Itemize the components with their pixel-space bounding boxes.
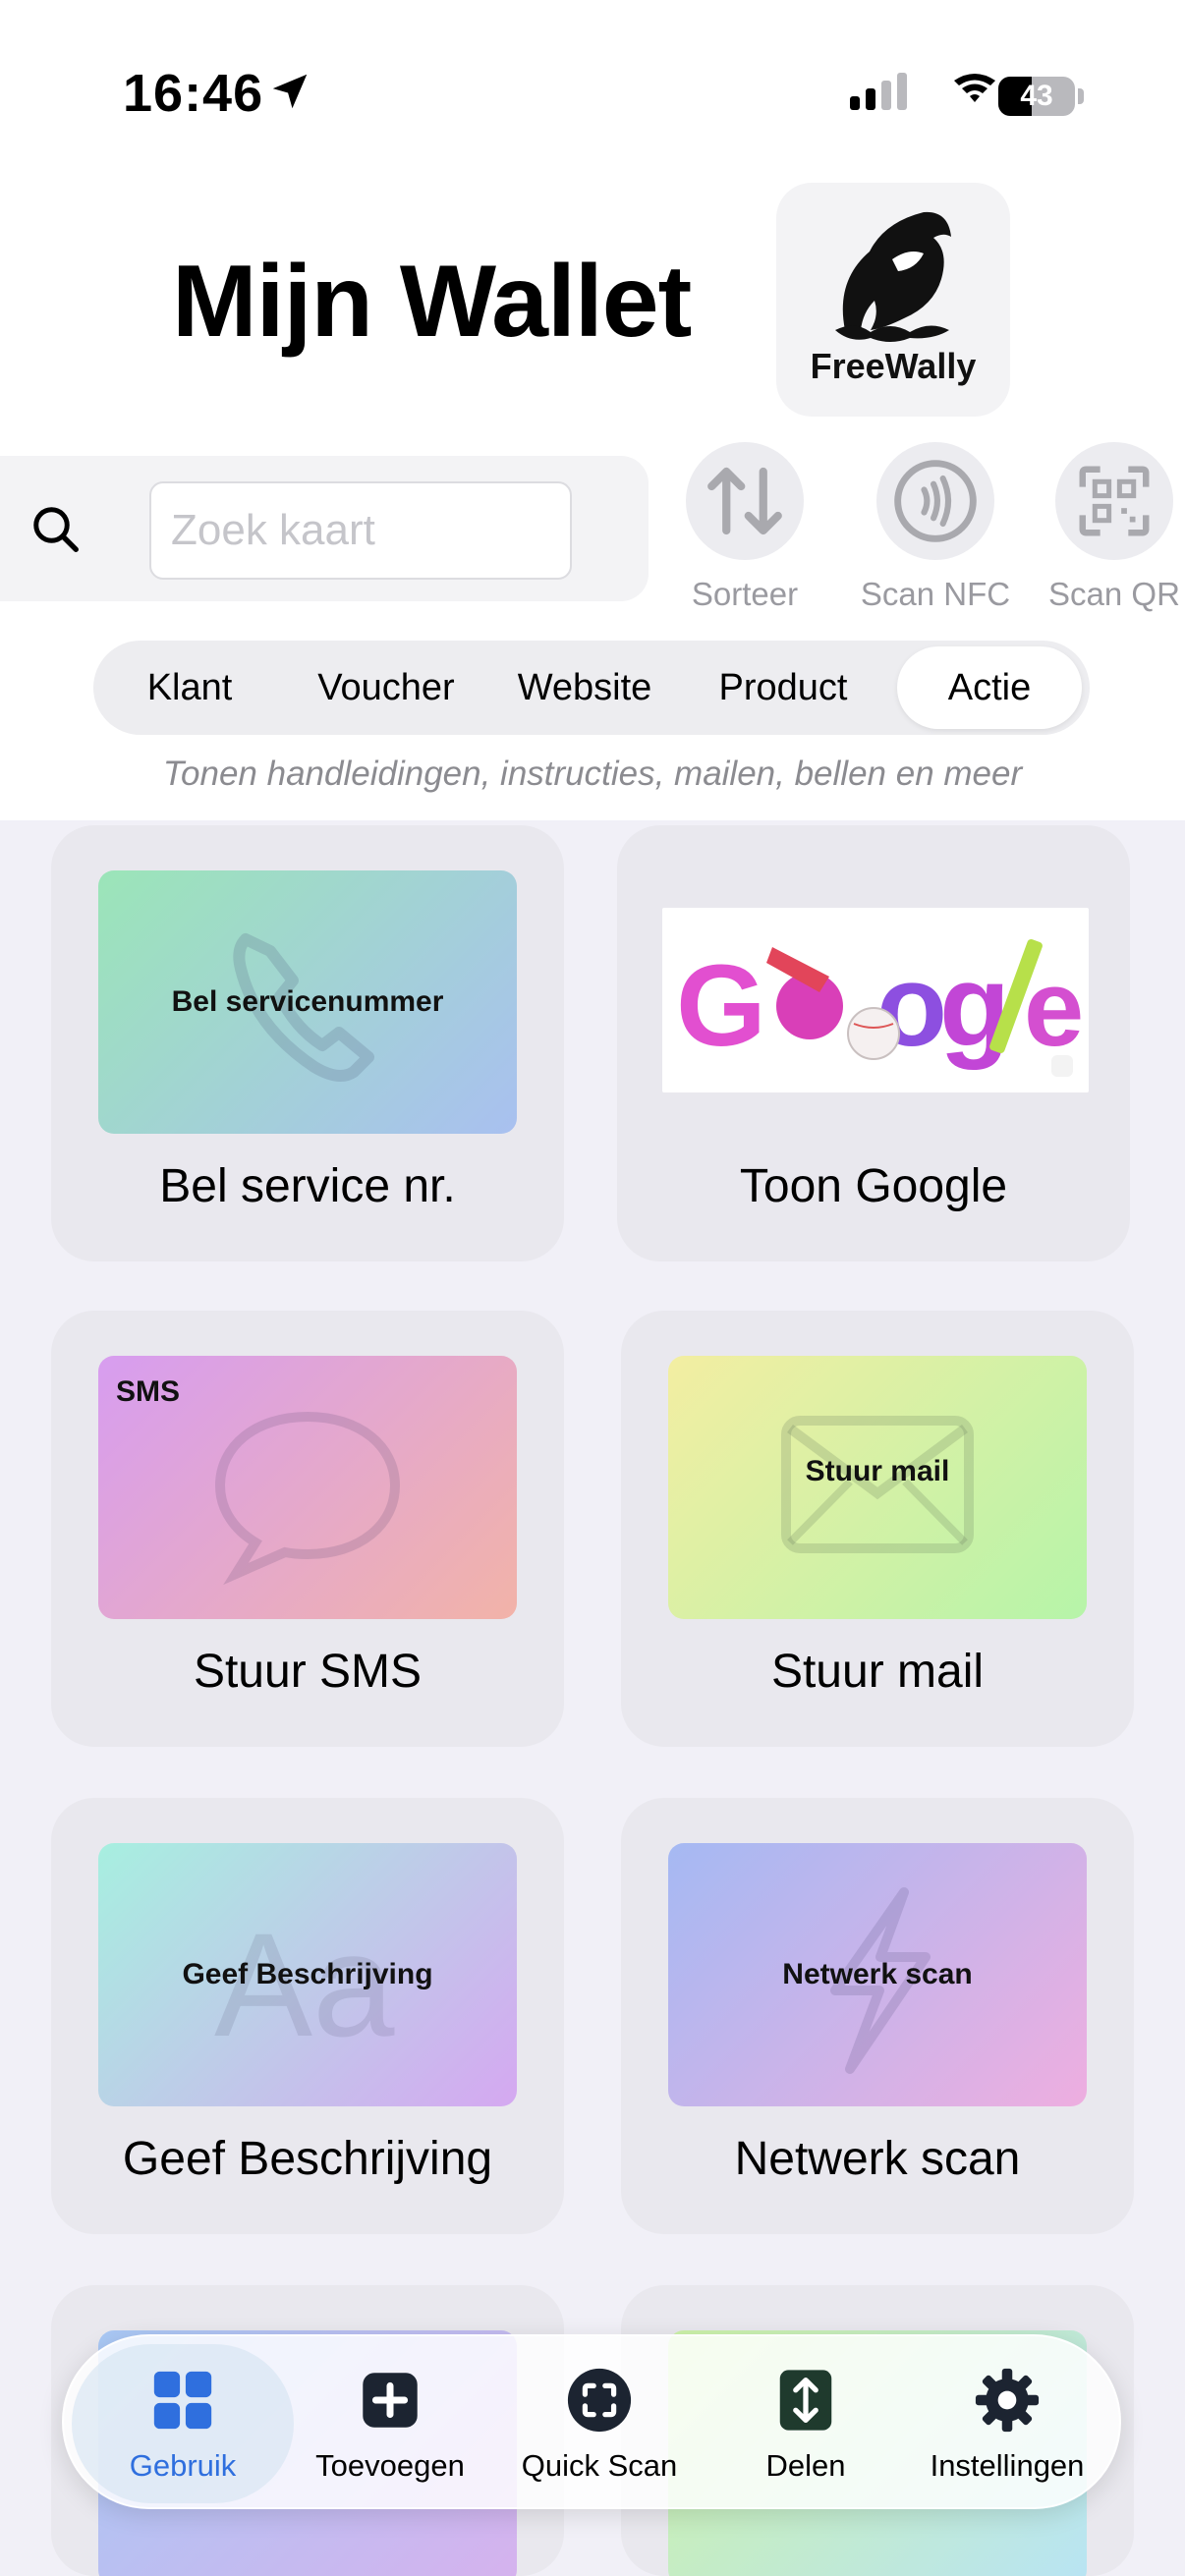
- google-doodle-icon: G o g e: [676, 939, 1084, 1077]
- card-title: Bel service nr.: [159, 1160, 456, 1212]
- tab-label: Quick Scan: [521, 2448, 678, 2483]
- card-geef-beschrijving[interactable]: Aa Geef Beschrijving Geef Beschrijving: [51, 1798, 564, 2234]
- tab-delen[interactable]: Delen: [712, 2336, 899, 2511]
- nfc-icon: [894, 460, 977, 542]
- svg-text:G: G: [676, 941, 766, 1071]
- card-title: Geef Beschrijving: [122, 2133, 493, 2185]
- card-thumb-label: Geef Beschrijving: [182, 1958, 433, 1990]
- card-stuur-sms[interactable]: SMS Stuur SMS: [51, 1311, 564, 1747]
- tab-label: Delen: [765, 2448, 846, 2483]
- tab-label: Instellingen: [930, 2448, 1085, 2483]
- scan-qr-label: Scan QR: [1048, 576, 1180, 612]
- card-toon-google[interactable]: G o g e Toon Google: [617, 825, 1130, 1261]
- svg-text:e: e: [1024, 948, 1084, 1069]
- card-thumb-label: SMS: [116, 1375, 181, 1408]
- tab-label: Toevoegen: [315, 2448, 465, 2483]
- grid-icon: [153, 2371, 212, 2430]
- search-bar: [0, 456, 649, 601]
- tab-gebruik[interactable]: Gebruik: [72, 2336, 294, 2511]
- card-thumb-label: Stuur mail: [805, 1454, 950, 1487]
- sort-icon: [707, 467, 782, 535]
- plus-square-icon: [363, 2373, 418, 2428]
- card-bel-service[interactable]: Bel servicenummer Bel service nr.: [51, 825, 564, 1261]
- page-title: Mijn Wallet: [172, 245, 692, 359]
- location-arrow-icon: [272, 74, 308, 109]
- card-thumbnail: Netwerk scan: [668, 1843, 1087, 2106]
- battery-level: 43: [1020, 80, 1053, 112]
- card-thumbnail: SMS: [98, 1356, 517, 1619]
- freewally-logo[interactable]: FreeWally: [776, 183, 1010, 417]
- sort-button[interactable]: Sorteer: [656, 442, 833, 629]
- scan-qr-button[interactable]: Scan QR: [1026, 442, 1185, 629]
- card-thumbnail: G o g e: [662, 908, 1089, 1092]
- search-input[interactable]: [149, 481, 572, 580]
- qr-icon: [1079, 466, 1150, 536]
- battery-nub: [1078, 88, 1084, 104]
- card-title: Toon Google: [739, 1160, 1008, 1212]
- segment-klant[interactable]: Klant: [103, 646, 276, 729]
- category-segmented-control: Klant Voucher Website Product Actie: [93, 641, 1090, 735]
- card-thumbnail: Bel servicenummer: [98, 870, 517, 1134]
- segment-voucher[interactable]: Voucher: [288, 646, 484, 729]
- scan-nfc-button[interactable]: Scan NFC: [847, 442, 1024, 629]
- card-title: Stuur SMS: [193, 1646, 423, 1698]
- logo-text: FreeWally: [810, 346, 977, 386]
- card-netwerk-scan[interactable]: Netwerk scan Netwerk scan: [621, 1798, 1134, 2234]
- bottom-tab-bar: Gebruik Toevoegen Quick Scan Delen Inste…: [62, 2334, 1121, 2509]
- search-icon: [33, 507, 79, 552]
- card-thumbnail: Aa Geef Beschrijving: [98, 1843, 517, 2106]
- segment-product[interactable]: Product: [685, 646, 881, 729]
- sort-label: Sorteer: [691, 576, 799, 612]
- segment-actie[interactable]: Actie: [897, 646, 1082, 729]
- tab-label: Gebruik: [129, 2448, 237, 2483]
- share-arrows-icon: [779, 2370, 832, 2431]
- segment-website[interactable]: Website: [486, 646, 683, 729]
- card-thumb-label: Bel servicenummer: [171, 985, 444, 1018]
- card-title: Netwerk scan: [734, 2133, 1021, 2185]
- scan-circle-icon: [567, 2368, 632, 2433]
- tab-instellingen[interactable]: Instellingen: [899, 2336, 1115, 2511]
- gear-icon: [975, 2368, 1040, 2433]
- battery-indicator: 43: [998, 77, 1075, 116]
- tab-quick-scan[interactable]: Quick Scan: [486, 2336, 712, 2511]
- scan-nfc-label: Scan NFC: [860, 576, 1011, 612]
- tab-toevoegen[interactable]: Toevoegen: [294, 2336, 486, 2511]
- card-title: Stuur mail: [770, 1646, 985, 1698]
- card-stuur-mail[interactable]: Stuur mail Stuur mail: [621, 1311, 1134, 1747]
- card-thumb-label: Netwerk scan: [782, 1958, 973, 1990]
- category-hint: Tonen handleidingen, instructies, mailen…: [162, 755, 1023, 793]
- status-time: 16:46: [123, 64, 264, 123]
- card-thumbnail: Stuur mail: [668, 1356, 1087, 1619]
